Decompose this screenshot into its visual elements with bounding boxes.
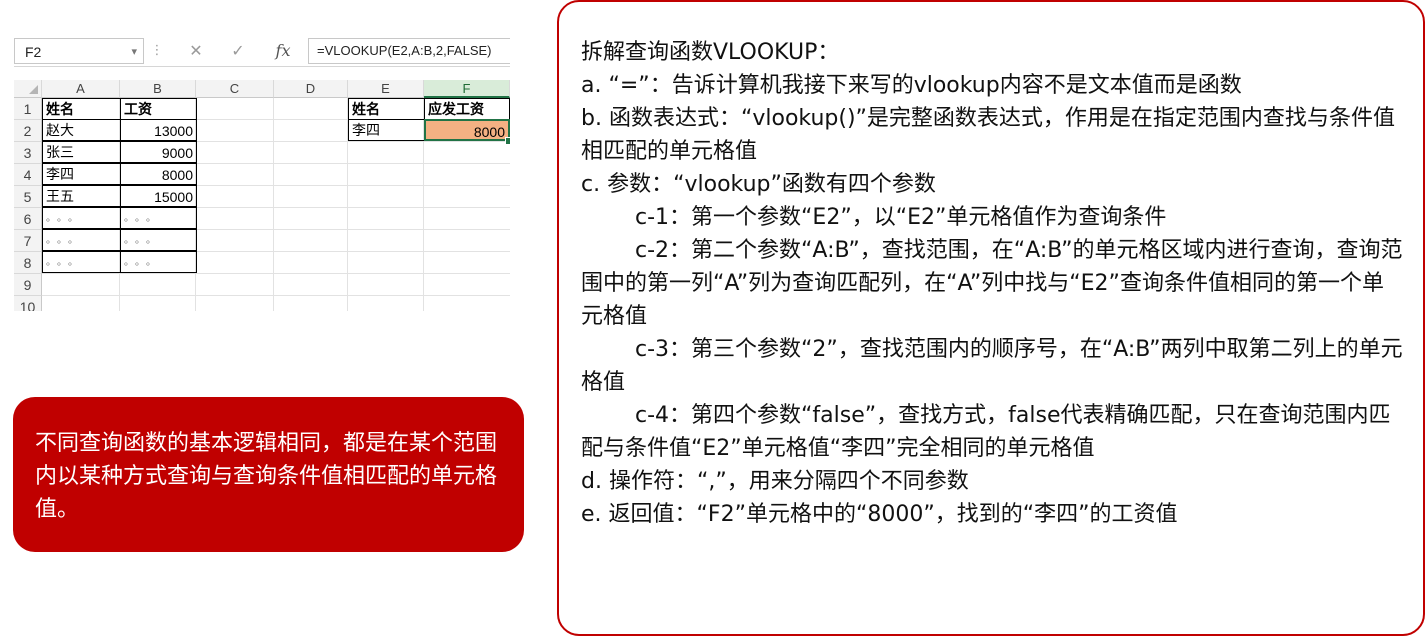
explanation-item-b: b. 函数表达式：“vlookup()”是完整函数表达式，作用是在指定范围内查找…	[581, 106, 1395, 164]
explanation-item-a: a. “=”：告诉计算机我接下来写的vlookup内容不是文本值而是函数	[581, 73, 1242, 98]
summary-callout: 不同查询函数的基本逻辑相同，都是在某个范围内以某种方式查询与查询条件值相匹配的单…	[13, 397, 524, 552]
confirm-icon[interactable]: ✓	[226, 40, 250, 62]
row-header-7[interactable]: 7	[14, 230, 42, 252]
column-header-e[interactable]: E	[348, 80, 424, 98]
chevron-down-icon[interactable]: ▾	[131, 39, 137, 65]
gridline	[42, 273, 510, 274]
explanation-item-c2: c-2：第二个参数“A:B”，查找范围，在“A:B”的单元格区域内进行查询，查询…	[581, 234, 1405, 333]
fill-handle[interactable]	[505, 137, 510, 145]
explanation-item-c3-text: c-3：第三个参数“2”，查找范围内的顺序号，在“A:B”两列中取第二列上的单元…	[581, 337, 1403, 395]
gridline	[273, 98, 274, 311]
insert-function-icon[interactable]: fx	[270, 40, 296, 62]
row-header-2[interactable]: 2	[14, 120, 42, 142]
cell-a2[interactable]: 赵大	[42, 119, 121, 141]
row-header-5[interactable]: 5	[14, 186, 42, 208]
cell-e2[interactable]: 李四	[348, 119, 425, 141]
explanation-item-c3: c-3：第三个参数“2”，查找范围内的顺序号，在“A:B”两列中取第二列上的单元…	[581, 333, 1405, 399]
row-header-10[interactable]: 10	[14, 296, 42, 311]
summary-text: 不同查询函数的基本逻辑相同，都是在某个范围内以某种方式查询与查询条件值相匹配的单…	[35, 431, 498, 522]
explanation-item-c1: c-1：第一个参数“E2”，以“E2”单元格值作为查询条件	[635, 205, 1167, 230]
spreadsheet: F2 ▾ ⋮ ✕ ✓ fx =VLOOKUP(E2,A:B,2,FALSE) A…	[14, 30, 510, 311]
cell-a7[interactable]: 。。。	[42, 229, 121, 251]
column-header-f[interactable]: F	[424, 80, 510, 98]
column-header-a[interactable]: A	[42, 80, 120, 98]
cell-b3[interactable]: 9000	[120, 141, 197, 163]
explanation-title: 拆解查询函数VLOOKUP：	[581, 40, 840, 65]
select-all-corner[interactable]	[14, 80, 42, 98]
cancel-icon[interactable]: ✕	[184, 40, 208, 62]
explanation-item-c4-text: c-4：第四个参数“false”，查找方式，false代表精确匹配，只在查询范围…	[581, 403, 1391, 461]
cell-a4[interactable]: 李四	[42, 163, 121, 185]
explanation-item-c2-text: c-2：第二个参数“A:B”，查找范围，在“A:B”的单元格区域内进行查询，查询…	[581, 238, 1403, 329]
cell-e1[interactable]: 姓名	[348, 98, 425, 120]
cell-b5[interactable]: 15000	[120, 185, 197, 207]
row-header-9[interactable]: 9	[14, 274, 42, 296]
cell-b2[interactable]: 13000	[120, 119, 197, 141]
name-box-value: F2	[25, 44, 42, 60]
column-header-c[interactable]: C	[196, 80, 274, 98]
cell-a1[interactable]: 姓名	[42, 98, 121, 120]
row-header-4[interactable]: 4	[14, 164, 42, 186]
row-header-3[interactable]: 3	[14, 142, 42, 164]
name-box[interactable]: F2 ▾	[14, 38, 144, 64]
cell-f2-selected[interactable]: 8000	[424, 119, 510, 141]
formula-bar: F2 ▾ ⋮ ✕ ✓ fx =VLOOKUP(E2,A:B,2,FALSE)	[14, 38, 510, 67]
gridline	[42, 295, 510, 296]
explanation-item-c: c. 参数：“vlookup”函数有四个参数	[581, 172, 936, 197]
cell-a3[interactable]: 张三	[42, 141, 121, 163]
sheet-grid: A B C D E F 1 2 3 4 5 6 7 8 9 10 姓名 工资 赵…	[14, 80, 510, 311]
cell-a6[interactable]: 。。。	[42, 207, 121, 229]
cell-f1[interactable]: 应发工资	[424, 98, 510, 120]
row-header-8[interactable]: 8	[14, 252, 42, 274]
column-header-b[interactable]: B	[120, 80, 196, 98]
explanation-item-d: d. 操作符：“,”，用来分隔四个不同参数	[581, 469, 969, 494]
formula-bar-divider-icon: ⋮	[150, 43, 164, 58]
cell-a8[interactable]: 。。。	[42, 251, 121, 273]
cell-b8[interactable]: 。。。	[120, 251, 197, 273]
cell-b1[interactable]: 工资	[120, 98, 197, 120]
cell-b7[interactable]: 。。。	[120, 229, 197, 251]
cell-b6[interactable]: 。。。	[120, 207, 197, 229]
cell-a5[interactable]: 王五	[42, 185, 121, 207]
formula-input[interactable]: =VLOOKUP(E2,A:B,2,FALSE)	[308, 38, 510, 64]
row-header-6[interactable]: 6	[14, 208, 42, 230]
column-header-d[interactable]: D	[274, 80, 348, 98]
row-header-1[interactable]: 1	[14, 98, 42, 120]
explanation-item-c4: c-4：第四个参数“false”，查找方式，false代表精确匹配，只在查询范围…	[581, 399, 1405, 465]
vlookup-explanation: 拆解查询函数VLOOKUP： a. “=”：告诉计算机我接下来写的vlookup…	[557, 0, 1425, 636]
cell-b4[interactable]: 8000	[120, 163, 197, 185]
explanation-item-e: e. 返回值：“F2”单元格中的“8000”，找到的“李四”的工资值	[581, 502, 1178, 527]
